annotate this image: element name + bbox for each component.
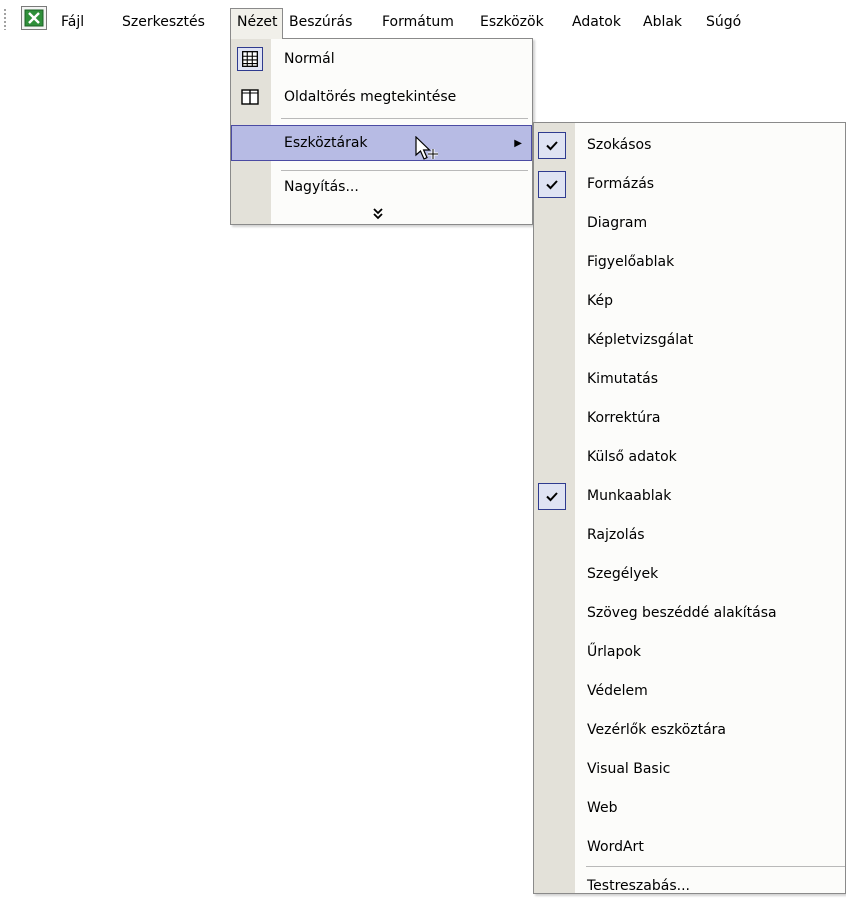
toolbars-submenu: Szokásos Formázás Diagram Figyelőablak K… (533, 122, 846, 894)
mouse-cursor-icon (415, 136, 438, 160)
toolbar-item-borders[interactable]: Szegélyek (534, 556, 845, 592)
view-menu-dropdown: Normál Oldaltörés megtekintése Eszköztár… (230, 38, 533, 225)
toolbar-item-web[interactable]: Web (534, 790, 845, 826)
menu-insert[interactable]: Beszúrás (283, 8, 358, 36)
toolbar-item-label: Testreszabás... (587, 878, 690, 894)
menu-data-label: Adatok (572, 14, 621, 30)
menu-separator (281, 118, 528, 119)
menu-item-toolbars[interactable]: Eszköztárak ▶ (231, 125, 532, 161)
toolbar-item-customize[interactable]: Testreszabás... (534, 868, 845, 904)
toolbar-item-label: Védelem (587, 683, 648, 699)
menu-window[interactable]: Ablak (637, 8, 688, 36)
menu-edit-label: Szerkesztés (122, 14, 205, 30)
toolbar-item-label: Web (587, 800, 618, 816)
toolbar-item-protection[interactable]: Védelem (534, 673, 845, 709)
excel-app-icon[interactable] (21, 6, 47, 30)
toolbar-item-label: Kép (587, 293, 613, 309)
menu-item-page-break-preview[interactable]: Oldaltörés megtekintése (231, 79, 532, 115)
menu-tools-label: Eszközök (480, 14, 544, 30)
checkmark-icon (538, 132, 566, 159)
menu-format[interactable]: Formátum (376, 8, 460, 36)
menu-item-page-break-preview-label: Oldaltörés megtekintése (284, 89, 457, 105)
toolbar-item-forms[interactable]: Űrlapok (534, 634, 845, 670)
menu-data[interactable]: Adatok (566, 8, 627, 36)
menu-item-normal[interactable]: Normál (231, 41, 532, 77)
toolbar-item-label: Visual Basic (587, 761, 671, 777)
toolbar-item-task-pane[interactable]: Munkaablak (534, 478, 845, 514)
toolbar-item-label: Szokásos (587, 137, 652, 153)
toolbar-item-external-data[interactable]: Külső adatok (534, 439, 845, 475)
toolbar-item-label: Képletvizsgálat (587, 332, 694, 348)
toolbar-item-label: WordArt (587, 839, 644, 855)
toolbar-item-label: Szöveg beszéddé alakítása (587, 605, 777, 621)
menu-separator (586, 866, 845, 867)
page-break-preview-icon (241, 89, 259, 105)
menu-view[interactable]: Nézet (230, 8, 283, 39)
toolbar-item-label: Vezérlők eszköztára (587, 722, 727, 738)
menu-edit[interactable]: Szerkesztés (116, 8, 211, 36)
normal-view-icon (237, 47, 263, 71)
toolbar-item-label: Szegélyek (587, 566, 659, 582)
toolbar-item-formatting[interactable]: Formázás (534, 166, 845, 202)
toolbar-item-visual-basic[interactable]: Visual Basic (534, 751, 845, 787)
toolbar-item-label: Diagram (587, 215, 648, 231)
checkmark-icon (538, 483, 566, 510)
menu-tools[interactable]: Eszközök (474, 8, 550, 36)
toolbar-item-formula-auditing[interactable]: Képletvizsgálat (534, 322, 845, 358)
toolbar-item-label: Korrektúra (587, 410, 661, 426)
submenu-arrow-icon: ▶ (514, 138, 522, 149)
menu-item-toolbars-label: Eszköztárak (284, 135, 368, 151)
menu-view-label: Nézet (237, 14, 278, 30)
toolbar-item-wordart[interactable]: WordArt (534, 829, 845, 865)
menu-help-label: Súgó (706, 14, 742, 30)
toolbar-item-label: Kimutatás (587, 371, 659, 387)
menu-insert-label: Beszúrás (289, 14, 353, 30)
toolbar-item-chart[interactable]: Diagram (534, 205, 845, 241)
toolbar-item-label: Munkaablak (587, 488, 672, 504)
toolbar-item-watch-window[interactable]: Figyelőablak (534, 244, 845, 280)
toolbar-item-label: Külső adatok (587, 449, 677, 465)
menu-help[interactable]: Súgó (700, 8, 747, 36)
toolbar-item-control-toolbox[interactable]: Vezérlők eszköztára (534, 712, 845, 748)
toolbar-item-picture[interactable]: Kép (534, 283, 845, 319)
toolbar-item-pivottable[interactable]: Kimutatás (534, 361, 845, 397)
menu-file[interactable]: Fájl (55, 8, 90, 36)
menu-item-zoom[interactable]: Nagyítás... (231, 171, 532, 203)
menu-file-label: Fájl (61, 14, 85, 30)
menu-item-normal-label: Normál (284, 51, 335, 67)
menu-format-label: Formátum (382, 14, 454, 30)
toolbar-item-text-to-speech[interactable]: Szöveg beszéddé alakítása (534, 595, 845, 631)
toolbar-item-reviewing[interactable]: Korrektúra (534, 400, 845, 436)
checkmark-icon (538, 171, 566, 198)
menu-window-label: Ablak (643, 14, 683, 30)
toolbar-item-label: Űrlapok (587, 644, 642, 660)
menu-item-zoom-label: Nagyítás... (284, 179, 359, 195)
toolbar-item-label: Figyelőablak (587, 254, 675, 270)
toolbar-item-label: Formázás (587, 176, 655, 192)
toolbar-grip-handle[interactable] (3, 8, 7, 30)
toolbar-item-label: Rajzolás (587, 527, 645, 543)
toolbar-item-drawing[interactable]: Rajzolás (534, 517, 845, 553)
expand-menu-chevron-icon[interactable] (372, 207, 384, 221)
toolbar-item-standard[interactable]: Szokásos (534, 127, 845, 163)
menu-bar: Fájl Szerkesztés Nézet Beszúrás Formátum… (0, 0, 846, 40)
